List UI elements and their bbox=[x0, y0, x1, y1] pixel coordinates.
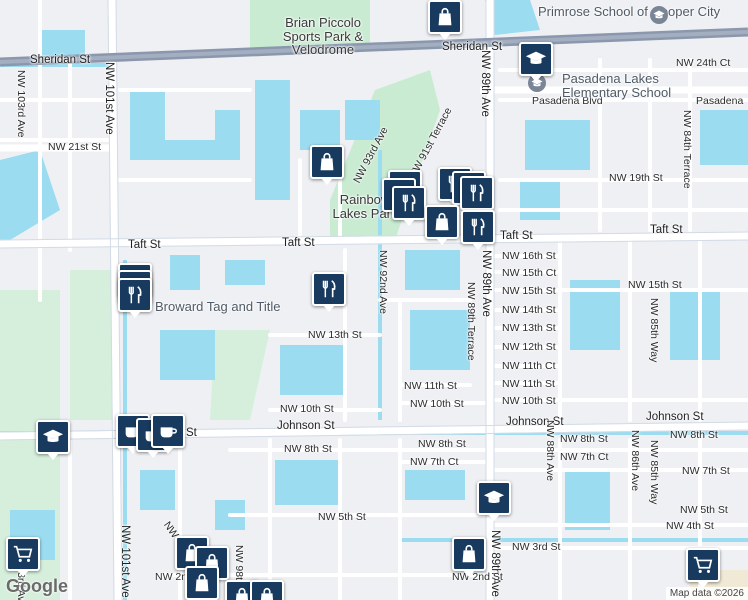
road-label: NW 7th Ct bbox=[410, 456, 459, 468]
road-label: NW 103rd Ave bbox=[15, 70, 27, 138]
road-label: Johnson St bbox=[646, 411, 704, 423]
road-label: NW 4th St bbox=[666, 520, 714, 532]
road-label: NW 84th Terrace bbox=[681, 110, 693, 189]
school-icon bbox=[525, 51, 547, 65]
road-label: NW 8th St bbox=[418, 438, 466, 450]
road-label: NW 7th Ct bbox=[560, 451, 609, 463]
road-label: Taft St bbox=[128, 239, 161, 251]
restaurant-icon bbox=[470, 184, 484, 202]
road-label: NW 3rd St bbox=[512, 541, 561, 553]
road-label: Sheridan St bbox=[30, 54, 91, 66]
school-icon-pin[interactable] bbox=[36, 420, 70, 460]
map-attribution[interactable]: Map data ©2026 bbox=[665, 587, 748, 600]
restaurant-icon-pin[interactable] bbox=[118, 278, 152, 318]
restaurant-icon bbox=[128, 286, 142, 304]
shopping-bag-icon-pin[interactable] bbox=[250, 580, 284, 600]
road-label: NW 11th St bbox=[502, 378, 555, 390]
road-label: NW 15th St bbox=[502, 285, 556, 297]
road-label: NW 19th St bbox=[609, 172, 663, 184]
shopping-bag-icon bbox=[435, 212, 449, 231]
road-label: NW 13th St bbox=[502, 322, 556, 334]
road-label: NW 5th St bbox=[318, 511, 366, 523]
restaurant-icon-pin[interactable] bbox=[461, 210, 495, 250]
road-label: Taft St bbox=[282, 237, 315, 249]
road-label: NW 13th St bbox=[308, 329, 362, 341]
road-label: NW 7th St bbox=[682, 465, 730, 477]
map-canvas[interactable]: Sheridan St Sheridan St Taft St Taft St … bbox=[0, 0, 748, 600]
restaurant-icon-pin[interactable] bbox=[460, 176, 494, 216]
road-label: NW 11th St bbox=[404, 380, 457, 392]
road-label: NW 11th Ct bbox=[502, 360, 556, 372]
road-label: NW 89th Terrace bbox=[465, 282, 477, 361]
road-label: NW 16th St bbox=[502, 250, 556, 262]
road-label: NW 21st St bbox=[48, 141, 102, 153]
road-label: NW 85th Way bbox=[648, 440, 660, 505]
restaurant-icon bbox=[471, 218, 485, 236]
road-label: NW 24th Ct bbox=[676, 57, 731, 69]
school-icon bbox=[483, 490, 505, 504]
shopping-cart-icon-pin[interactable] bbox=[686, 548, 720, 588]
road-label: Pasadena bbox=[696, 95, 744, 107]
road-label: Sheridan St bbox=[442, 41, 503, 53]
shopping-bag-icon bbox=[260, 587, 274, 600]
school-marker-icon[interactable] bbox=[650, 6, 668, 24]
road-label: NW 92nd Ave bbox=[377, 250, 389, 315]
school-icon-pin[interactable] bbox=[477, 481, 511, 521]
shopping-cart-icon bbox=[693, 556, 713, 573]
road-label: NW 15th St bbox=[628, 279, 682, 291]
shopping-bag-icon bbox=[320, 152, 334, 171]
shopping-bag-icon-pin[interactable] bbox=[185, 566, 219, 600]
road-label: NW 101st Ave bbox=[103, 62, 115, 135]
road-label: NW 8th St bbox=[284, 443, 332, 455]
place-label: Broward Tag and Title bbox=[155, 299, 281, 314]
road-label: NW 86th Ave bbox=[629, 430, 641, 492]
shopping-bag-icon-pin[interactable] bbox=[425, 205, 459, 245]
road-label: NW 85th Way bbox=[648, 298, 660, 363]
road-label: NW 89th Ave bbox=[489, 530, 501, 597]
restaurant-icon-pin[interactable] bbox=[392, 186, 426, 226]
shopping-cart-icon bbox=[13, 545, 33, 562]
park-area bbox=[70, 270, 115, 420]
road-label: NW 2nd St bbox=[452, 571, 503, 583]
road-label: St bbox=[186, 427, 197, 439]
restaurant-icon-pin[interactable] bbox=[312, 272, 346, 312]
restaurant-icon bbox=[322, 280, 336, 298]
school-label: Primrose School of Cooper City bbox=[538, 4, 721, 19]
shopping-bag-icon bbox=[195, 573, 209, 592]
coffee-cup-icon bbox=[160, 427, 177, 438]
school-icon-pin[interactable] bbox=[519, 42, 553, 82]
school-label: Pasadena Lakes Elementary School bbox=[562, 71, 672, 101]
road-label: NW 8th St bbox=[560, 433, 608, 445]
school-icon bbox=[42, 429, 64, 443]
road-label: NW 89th Ave bbox=[480, 250, 492, 317]
shopping-bag-icon-pin[interactable] bbox=[428, 0, 462, 40]
shopping-cart-icon-pin[interactable] bbox=[6, 537, 40, 577]
road-label: NW 101st Ave bbox=[119, 525, 131, 598]
road-label: NW 12th St bbox=[502, 341, 556, 353]
road-label: NW 8th St bbox=[670, 429, 718, 441]
road-label: NW 10th St bbox=[410, 398, 464, 410]
road-label: Taft St bbox=[500, 230, 533, 242]
park-area bbox=[210, 330, 270, 420]
road-label: NW 89th Ave bbox=[479, 50, 491, 117]
restaurant-icon bbox=[402, 194, 416, 212]
road-label: NW 15th Ct bbox=[502, 267, 557, 279]
road-label: NW 88th Ave bbox=[544, 420, 556, 482]
shopping-bag-icon-pin[interactable] bbox=[452, 537, 486, 577]
park-label: Brian Piccolo Sports Park & Velodrome bbox=[282, 15, 364, 58]
road-label: Johnson St bbox=[277, 420, 335, 432]
shopping-bag-icon-pin[interactable] bbox=[310, 145, 344, 185]
road-label: NW 10th St bbox=[502, 395, 556, 407]
road-label: NW 5th St bbox=[680, 504, 728, 516]
google-logo: Google bbox=[6, 576, 68, 596]
road-label: Taft St bbox=[650, 224, 683, 236]
shopping-bag-icon bbox=[462, 544, 476, 563]
road-label: NW 10th St bbox=[280, 403, 334, 415]
coffee-cup-icon-pin[interactable] bbox=[151, 414, 185, 454]
shopping-bag-icon bbox=[438, 7, 452, 26]
road-label: NW 14th St bbox=[502, 304, 556, 316]
